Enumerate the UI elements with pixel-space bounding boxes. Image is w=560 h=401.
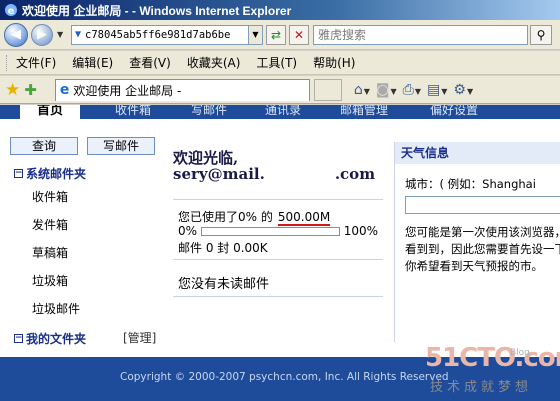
web-page: 首页 收件箱 写邮件 通讯录 邮箱管理 偏好设置 查询 写邮件 − 系统邮件夹 …: [0, 105, 560, 401]
pct-min-label: 0%: [178, 224, 198, 238]
folder-inbox[interactable]: 收件箱: [32, 188, 68, 205]
system-folders-title: 系统邮件夹: [26, 167, 87, 181]
search-button[interactable]: ⚲: [530, 24, 552, 45]
stop-button[interactable]: ✕: [289, 24, 309, 45]
usage-label: 您已使用了0% 的: [178, 210, 273, 224]
search-input[interactable]: 雅虎搜索: [313, 24, 528, 45]
query-button[interactable]: 查询: [10, 137, 78, 155]
collapse-toggle-icon[interactable]: −: [14, 334, 23, 343]
add-favorite-icon[interactable]: ✚: [24, 81, 37, 99]
weather-note: 您可能是第一次使用该浏览器，看到到，因此您需要首先设一下你希望看到天气预报的市。: [405, 225, 560, 273]
tab-ie-icon: e: [59, 82, 70, 98]
usage-text: 您已使用了0% 的 500.00M: [178, 208, 331, 226]
folder-sent[interactable]: 发件箱: [32, 216, 68, 233]
address-toolbar: ◀ ▶ ▼ ▼ c78045ab5ff6e981d7ab6be ▼ ⇄ ✕ 雅虎…: [0, 20, 560, 50]
watermark-blog: Blog: [510, 348, 530, 358]
history-dropdown-icon[interactable]: ▼: [57, 30, 67, 39]
unread-status: 您没有未读邮件: [178, 277, 270, 292]
print-button[interactable]: ⎙▼: [403, 82, 421, 98]
folder-drafts[interactable]: 草稿箱: [32, 244, 68, 261]
nav-link-mailbox-admin[interactable]: 邮箱管理: [340, 105, 388, 116]
user-email: sery@mail. .com: [173, 165, 375, 183]
nav-tab-home[interactable]: 首页: [20, 105, 80, 119]
my-folders-title: 我的文件夹: [26, 332, 87, 346]
watermark-logo: 51CTO.com: [425, 343, 560, 373]
copyright-text: Copyright © 2000-2007 psychcn.com, Inc. …: [120, 371, 449, 383]
page-favicon-icon: ▼: [75, 29, 82, 40]
weather-city-label: 城市：( 例如：Shanghai: [405, 177, 536, 191]
menu-help[interactable]: 帮助(H): [313, 54, 355, 71]
system-folders-header[interactable]: − 系统邮件夹: [14, 165, 86, 182]
ie-app-icon: e: [4, 3, 18, 17]
collapse-toggle-icon[interactable]: −: [14, 169, 23, 178]
my-folders-header[interactable]: − 我的文件夹: [14, 330, 86, 347]
nav-link-contacts[interactable]: 通讯录: [265, 105, 301, 116]
stop-icon: ✕: [293, 27, 305, 42]
back-arrow-icon: ◀: [11, 27, 21, 42]
manage-folders-link[interactable]: [管理]: [123, 329, 156, 346]
weather-panel: 天气信息 城市：( 例如：Shanghai 您可能是第一次使用该浏览器，看到到，…: [394, 142, 560, 342]
forward-button[interactable]: ▶: [31, 23, 53, 46]
svg-text:e: e: [8, 6, 15, 17]
email-prefix: sery@mail.: [173, 165, 265, 183]
page-icon: ▤: [426, 81, 441, 98]
usage-bar-row: 0% 100%: [178, 224, 378, 238]
mail-count: 邮件 0 封 0.00K: [178, 241, 268, 255]
search-icon: ⚲: [536, 27, 546, 42]
tools-menu-button[interactable]: ⚙▼: [453, 82, 473, 98]
menu-favorites[interactable]: 收藏夹(A): [187, 54, 241, 71]
menu-edit[interactable]: 编辑(E): [72, 54, 113, 71]
menu-tools[interactable]: 工具(T): [256, 54, 297, 71]
window-title: 欢迎使用 企业邮局 - - Windows Internet Explorer: [22, 3, 292, 18]
home-button[interactable]: ⌂▼: [354, 82, 370, 98]
menu-file[interactable]: 文件(F): [16, 54, 56, 71]
menu-view[interactable]: 查看(V): [129, 54, 171, 71]
page-menu-button[interactable]: ▤▼: [427, 82, 447, 98]
home-icon: ⌂: [353, 81, 363, 98]
refresh-button[interactable]: ⇄: [266, 24, 286, 45]
gear-icon: ⚙: [453, 81, 466, 98]
back-button[interactable]: ◀: [4, 22, 28, 47]
divider: [173, 199, 383, 200]
printer-icon: ⎙: [402, 81, 414, 98]
tab-title: 欢迎使用 企业邮局 -: [73, 83, 182, 98]
pct-max-label: 100%: [343, 224, 378, 238]
watermark-slogan: 技术成就梦想: [430, 380, 533, 395]
folder-spam[interactable]: 垃圾邮件: [32, 300, 80, 317]
rss-icon: ◙: [375, 81, 390, 98]
folder-trash[interactable]: 垃圾箱: [32, 272, 68, 289]
address-dropdown-icon[interactable]: ▼: [249, 24, 263, 45]
new-tab-button[interactable]: [313, 78, 342, 101]
browser-tab[interactable]: e 欢迎使用 企业邮局 -: [54, 78, 310, 101]
usage-progress-bar: [201, 226, 340, 236]
compose-button[interactable]: 写邮件: [87, 137, 155, 155]
address-url: c78045ab5ff6e981d7ab6be: [85, 28, 231, 41]
tab-bar: ★ ✚ e 欢迎使用 企业邮局 - ⌂▼ ◙▼ ⎙▼ ▤▼ ⚙▼: [0, 76, 560, 104]
weather-city-input[interactable]: [405, 196, 560, 214]
forward-arrow-icon: ▶: [37, 27, 47, 42]
nav-link-preferences[interactable]: 偏好设置: [430, 105, 478, 116]
email-suffix: .com: [334, 165, 376, 183]
refresh-icon: ⇄: [270, 27, 282, 42]
divider: [173, 259, 383, 260]
feeds-button[interactable]: ◙▼: [376, 82, 397, 98]
address-field[interactable]: ▼ c78045ab5ff6e981d7ab6be: [71, 24, 249, 45]
divider: [173, 296, 383, 297]
nav-link-compose[interactable]: 写邮件: [191, 105, 227, 116]
weather-title: 天气信息: [395, 142, 560, 164]
menu-grip: [6, 54, 10, 71]
nav-link-inbox[interactable]: 收件箱: [115, 105, 151, 116]
window-titlebar: e 欢迎使用 企业邮局 - - Windows Internet Explore…: [0, 0, 560, 20]
menu-bar: 文件(F) 编辑(E) 查看(V) 收藏夹(A) 工具(T) 帮助(H): [0, 51, 560, 75]
favorites-star-icon[interactable]: ★: [5, 80, 20, 100]
